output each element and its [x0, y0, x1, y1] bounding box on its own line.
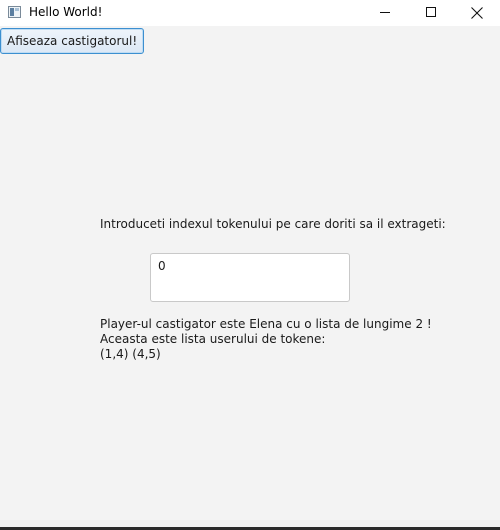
winner-message: Player-ul castigator este Elena cu o lis… — [100, 317, 432, 331]
result-text: Player-ul castigator este Elena cu o lis… — [100, 317, 432, 362]
minimize-icon — [380, 12, 390, 13]
token-list-heading: Aceasta este lista userului de tokene: — [100, 332, 326, 346]
close-button[interactable] — [454, 0, 500, 26]
close-icon — [471, 7, 483, 19]
show-winner-button[interactable]: Afiseaza castigatorul! — [0, 28, 145, 54]
app-icon — [8, 6, 21, 18]
minimize-button[interactable] — [362, 0, 408, 26]
window-titlebar: Hello World! — [0, 0, 500, 26]
maximize-button[interactable] — [408, 0, 454, 26]
token-list: (1,4) (4,5) — [100, 347, 161, 361]
token-index-input[interactable]: 0 — [150, 253, 350, 302]
maximize-icon — [426, 7, 436, 17]
window-title: Hello World! — [29, 5, 103, 19]
token-index-prompt: Introduceti indexul tokenului pe care do… — [100, 217, 446, 231]
